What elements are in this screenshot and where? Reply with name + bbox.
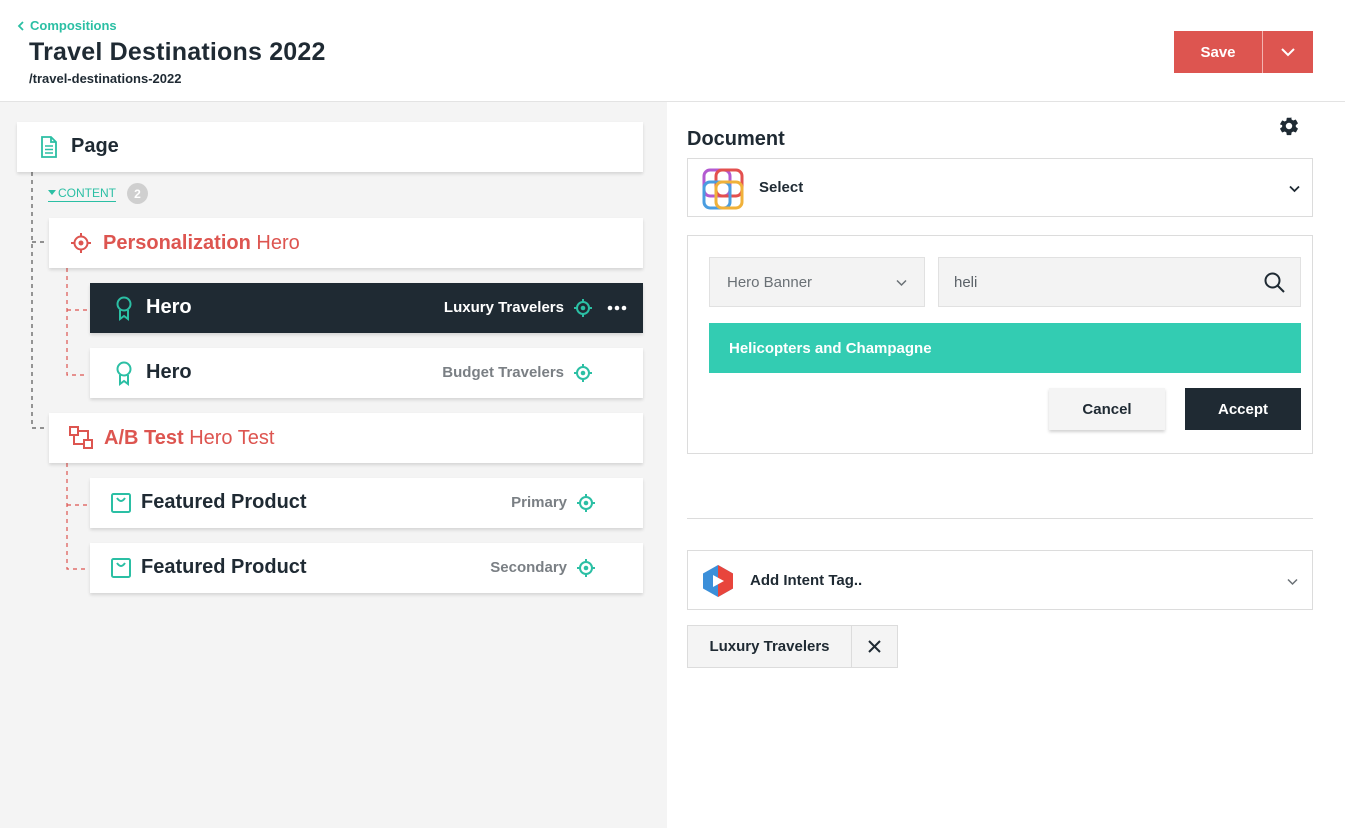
intent-tag-chip-label: Luxury Travelers bbox=[688, 626, 852, 667]
personalization-type: Personalization bbox=[103, 232, 251, 254]
accept-button[interactable]: Accept bbox=[1185, 388, 1301, 430]
search-icon[interactable] bbox=[1264, 272, 1285, 293]
award-ribbon-icon bbox=[114, 296, 134, 321]
intent-tag-select[interactable]: Add Intent Tag.. bbox=[687, 550, 1313, 610]
content-type-select[interactable]: Hero Banner bbox=[709, 257, 925, 307]
save-group: Save bbox=[1174, 31, 1313, 73]
document-panel: Document Select Hero Banner heli Helicop… bbox=[667, 102, 1345, 828]
search-input[interactable]: heli bbox=[938, 257, 1301, 307]
target-icon[interactable] bbox=[573, 363, 593, 383]
chevron-down-icon bbox=[1281, 48, 1295, 57]
target-icon bbox=[71, 233, 91, 253]
personalization-node[interactable]: Personalization Hero bbox=[49, 218, 643, 268]
search-input-value: heli bbox=[954, 273, 978, 291]
content-type-value: Hero Banner bbox=[727, 273, 813, 291]
hero-node-budget[interactable]: Hero Budget Travelers bbox=[90, 348, 643, 398]
composition-tree: Page CONTENT 2 Personalization Hero Hero… bbox=[0, 102, 667, 828]
content-toggle[interactable]: CONTENT bbox=[48, 186, 116, 202]
hero-node-label: Hero bbox=[146, 361, 192, 383]
featured-product-variant: Primary bbox=[511, 494, 567, 511]
intent-tag-chip: Luxury Travelers bbox=[687, 625, 898, 668]
back-link-label[interactable]: Compositions bbox=[30, 18, 117, 33]
chevron-down-icon bbox=[1287, 578, 1298, 586]
featured-product-secondary[interactable]: Featured Product Secondary bbox=[90, 543, 643, 593]
award-ribbon-icon bbox=[114, 361, 134, 386]
more-options-icon[interactable] bbox=[607, 298, 627, 318]
ab-test-type: A/B Test bbox=[104, 427, 184, 449]
page-slug: /travel-destinations-2022 bbox=[29, 71, 182, 86]
header: Compositions Travel Destinations 2022 /t… bbox=[0, 0, 1345, 102]
document-search-box: Hero Banner heli Helicopters and Champag… bbox=[687, 235, 1313, 454]
hero-node-luxury[interactable]: Hero Luxury Travelers bbox=[90, 283, 643, 333]
ab-test-node[interactable]: A/B Test Hero Test bbox=[49, 413, 643, 463]
page-title: Travel Destinations 2022 bbox=[29, 38, 326, 66]
featured-product-label: Featured Product bbox=[141, 491, 307, 513]
back-link[interactable]: Compositions bbox=[17, 18, 117, 33]
intent-logo-icon bbox=[703, 565, 733, 597]
personalization-name: Hero bbox=[256, 232, 300, 254]
save-button[interactable]: Save bbox=[1174, 31, 1262, 73]
chevron-down-icon bbox=[896, 279, 907, 287]
hero-node-audience: Luxury Travelers bbox=[443, 299, 564, 316]
personalization-node-label: Personalization Hero bbox=[103, 232, 300, 255]
cancel-button[interactable]: Cancel bbox=[1049, 388, 1165, 430]
document-title: Document bbox=[687, 128, 785, 150]
intent-tag-select-label: Add Intent Tag.. bbox=[750, 571, 863, 589]
content-count-badge: 2 bbox=[127, 183, 148, 204]
featured-product-label: Featured Product bbox=[141, 556, 307, 578]
save-options-button[interactable] bbox=[1263, 31, 1313, 73]
content-toggle-label: CONTENT bbox=[58, 186, 116, 200]
gear-icon[interactable] bbox=[1278, 115, 1300, 137]
featured-product-primary[interactable]: Featured Product Primary bbox=[90, 478, 643, 528]
remove-tag-button[interactable] bbox=[852, 626, 897, 667]
shopping-bag-icon bbox=[111, 558, 131, 578]
document-source-label: Select bbox=[759, 179, 804, 196]
target-icon[interactable] bbox=[573, 298, 593, 318]
divider bbox=[687, 518, 1313, 519]
caret-down-icon bbox=[48, 190, 56, 195]
shopping-bag-icon bbox=[111, 493, 131, 513]
page-node[interactable]: Page bbox=[17, 122, 643, 172]
tree-connectors bbox=[31, 172, 88, 570]
chevron-left-icon bbox=[17, 20, 24, 31]
close-icon bbox=[868, 640, 881, 653]
document-icon bbox=[39, 136, 59, 158]
hero-node-label: Hero bbox=[146, 296, 192, 318]
hero-node-audience: Budget Travelers bbox=[442, 364, 564, 381]
document-source-select[interactable]: Select bbox=[687, 158, 1313, 217]
ab-test-node-label: A/B Test Hero Test bbox=[104, 427, 274, 450]
target-icon[interactable] bbox=[576, 558, 596, 578]
featured-product-variant: Secondary bbox=[490, 559, 567, 576]
integration-logo-icon bbox=[702, 168, 744, 210]
chevron-down-icon bbox=[1289, 185, 1300, 193]
page-node-label: Page bbox=[71, 135, 119, 157]
search-result-item[interactable]: Helicopters and Champagne bbox=[709, 323, 1301, 373]
ab-test-name: Hero Test bbox=[189, 427, 275, 449]
target-icon[interactable] bbox=[576, 493, 596, 513]
ab-test-icon bbox=[69, 426, 94, 450]
